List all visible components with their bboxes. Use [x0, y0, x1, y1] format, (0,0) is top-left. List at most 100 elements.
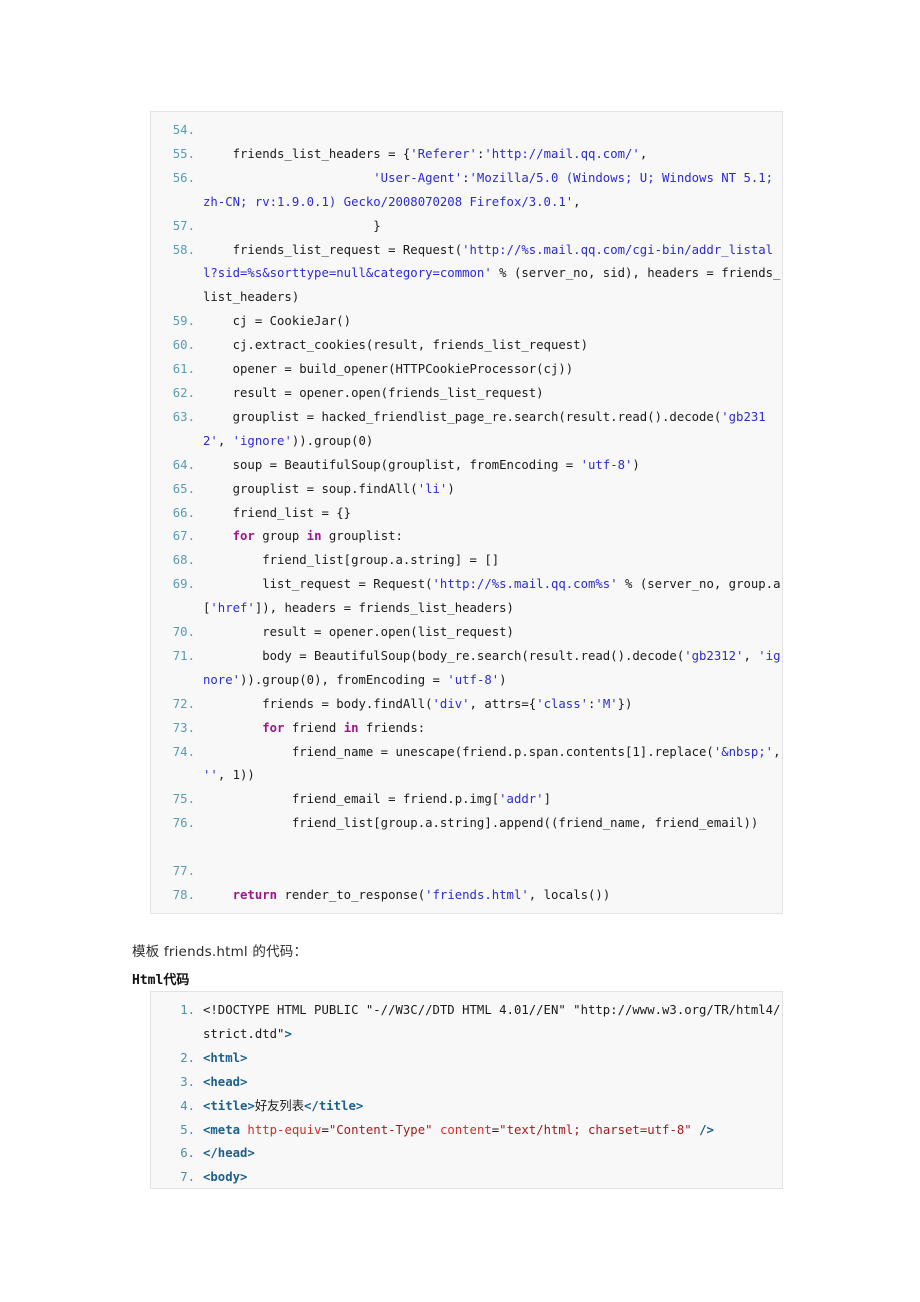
line-number: 75. — [172, 792, 195, 807]
line-number: 60. — [172, 338, 195, 353]
line-number: 73. — [172, 720, 195, 735]
caption-prefix: 模板 — [132, 944, 160, 960]
code-token: <meta — [203, 1122, 248, 1137]
line-number: 65. — [172, 481, 195, 496]
code-line: 62. result = opener.open(friends_list_re… — [151, 382, 782, 406]
line-number: 77. — [172, 864, 195, 879]
line-number: 68. — [172, 553, 195, 568]
code-token: 'li' — [417, 481, 448, 496]
python-code-block[interactable]: 54.​55. friends_list_headers = {'Referer… — [150, 111, 783, 914]
code-line: 61. opener = build_opener(HTTPCookieProc… — [151, 358, 782, 382]
code-token: ) — [447, 481, 455, 496]
code-token: '' — [203, 768, 218, 783]
line-number: 74. — [172, 744, 195, 759]
line-number: 3. — [180, 1074, 195, 1089]
code-token: , attrs={ — [469, 696, 537, 711]
code-line: 69. list_request = Request('http://%s.ma… — [151, 573, 782, 621]
code-token: for — [262, 720, 285, 735]
code-token: friends_list_request = Request( — [203, 242, 463, 257]
code-token: ) — [499, 672, 507, 687]
code-token: cj = CookieJar() — [203, 314, 352, 329]
code-token: friend_list = {} — [203, 505, 352, 520]
code-line: 4. <title>好友列表</title> — [151, 1095, 782, 1119]
code-token: soup = BeautifulSoup(grouplist, fromEnco… — [203, 457, 581, 472]
code-token: , locals()) — [528, 888, 611, 902]
code-token: in — [306, 529, 322, 544]
line-number: 54. — [172, 123, 195, 137]
line-number: 76. — [172, 816, 195, 831]
code-line: 6. </head> — [151, 1142, 782, 1166]
code-token: </title> — [304, 1098, 364, 1113]
code-line: 1. <!DOCTYPE HTML PUBLIC "-//W3C//DTD HTM… — [151, 999, 782, 1047]
code-line: 64. soup = BeautifulSoup(grouplist, from… — [151, 454, 782, 478]
code-token: /> — [699, 1122, 714, 1137]
code-line: 71. body = BeautifulSoup(body_re.search(… — [151, 645, 782, 693]
code-line: 75. friend_email = friend.p.img['addr'] — [151, 788, 782, 812]
line-number: 70. — [172, 625, 195, 640]
line-number: 55. — [172, 146, 195, 161]
code-token: ] — [543, 792, 551, 807]
code-token: 'M' — [595, 696, 618, 711]
line-number: 59. — [172, 314, 195, 329]
code-token: list_request = Request( — [203, 577, 433, 592]
code-line: 54.​ — [151, 119, 782, 143]
code-token: 'class' — [536, 696, 589, 711]
code-token: 'utf-8' — [447, 672, 500, 687]
code-token: result = opener.open(friends_list_reques… — [203, 385, 544, 400]
line-number: 66. — [172, 505, 195, 520]
html-block-title-suffix: 代码 — [163, 973, 190, 988]
code-token: )).group(0) — [291, 433, 374, 448]
code-token: render_to_response( — [277, 888, 426, 902]
line-number: 58. — [172, 242, 195, 257]
code-token: }) — [617, 696, 633, 711]
code-token: > — [284, 1026, 292, 1041]
html-block-title: Html代码 — [132, 969, 189, 988]
code-token: grouplist = hacked_friendlist_page_re.se… — [203, 409, 722, 424]
code-token: 'gb2312' — [684, 648, 744, 663]
code-token: 'http://%s.mail.qq.com%s' — [432, 577, 618, 592]
html-block-title-lang: Html — [132, 973, 164, 988]
line-number: 7. — [180, 1170, 195, 1185]
code-line: 59. cj = CookieJar() — [151, 310, 782, 334]
code-token: , — [639, 146, 648, 161]
code-token: result = opener.open(list_request) — [203, 625, 514, 640]
code-line: 57. } — [151, 215, 782, 239]
code-token: 'ignore' — [232, 433, 292, 448]
code-token: friend_name = unescape(friend.p.span.con… — [203, 744, 714, 759]
code-token: in — [343, 720, 359, 735]
line-number: 71. — [172, 648, 195, 663]
code-line: 68. friend_list[group.a.string] = [] — [151, 549, 782, 573]
code-token: group — [254, 529, 307, 544]
line-number: 78. — [172, 888, 195, 902]
line-number: 63. — [172, 409, 195, 424]
code-token: ) — [632, 457, 640, 472]
code-line: 70. result = opener.open(list_request) — [151, 621, 782, 645]
code-token: 'addr' — [499, 792, 544, 807]
code-token: 'href' — [210, 601, 255, 616]
code-token: "text/html; charset=utf-8" — [499, 1122, 692, 1137]
line-number: 61. — [172, 362, 195, 377]
line-number: 1. — [180, 1003, 195, 1017]
code-line: 63. grouplist = hacked_friendlist_page_r… — [151, 406, 782, 454]
code-token: 'utf-8' — [580, 457, 633, 472]
html-code-block[interactable]: 1. <!DOCTYPE HTML PUBLIC "-//W3C//DTD HTM… — [150, 991, 783, 1189]
line-number: 57. — [172, 218, 195, 233]
code-token: friends = body.findAll( — [203, 696, 433, 711]
code-token: } — [203, 218, 381, 233]
code-token: ]), headers = friends_list_headers) — [254, 601, 514, 616]
code-token: 'User-Agent' — [373, 170, 463, 185]
code-token: http-equiv — [247, 1122, 322, 1137]
template-caption: 模板 friends.html 的代码： — [132, 940, 307, 960]
line-number: 2. — [180, 1050, 195, 1065]
code-line: 2. <html> — [151, 1047, 782, 1071]
code-token: <body> — [203, 1170, 248, 1185]
page-root: 54.​55. friends_list_headers = {'Referer… — [0, 0, 920, 1302]
code-token: , — [773, 744, 781, 759]
code-token: friends_list_headers = { — [203, 146, 411, 161]
code-token: , 1)) — [217, 768, 255, 783]
line-number: 67. — [172, 529, 195, 544]
